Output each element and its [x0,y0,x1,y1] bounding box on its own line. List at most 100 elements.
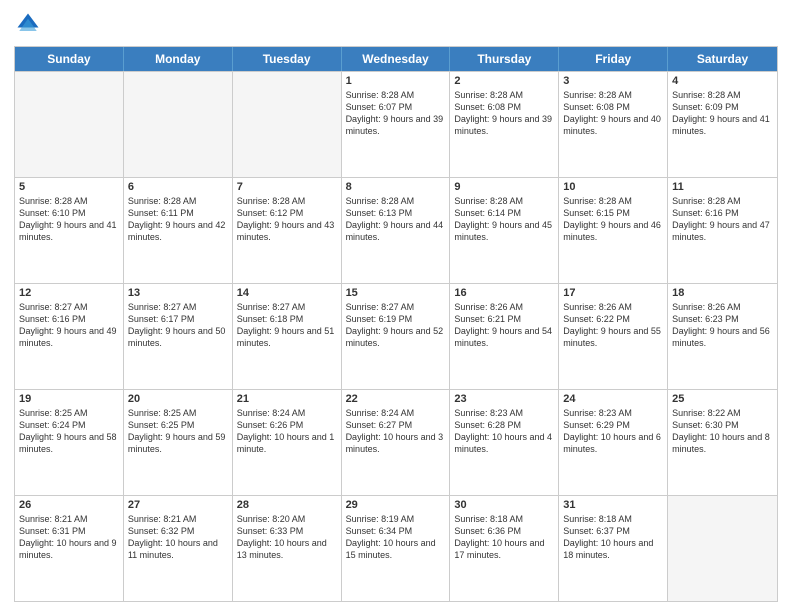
calendar-day-4: 4 Sunrise: 8:28 AM Sunset: 6:09 PM Daylig… [668,72,777,177]
day-number: 17 [563,287,663,299]
day-info: Sunrise: 8:23 AM Sunset: 6:29 PM Dayligh… [563,407,663,456]
calendar-day-16: 16 Sunrise: 8:26 AM Sunset: 6:21 PM Dayli… [450,284,559,389]
calendar-week: 19Sunrise: 8:25 AM Sunset: 6:24 PM Dayli… [15,389,777,495]
day-number: 18 [672,287,773,299]
day-number: 9 [454,181,554,193]
day-number: 30 [454,499,554,511]
day-info: Sunrise: 8:21 AM Sunset: 6:32 PM Dayligh… [128,513,228,562]
day-info: Sunrise: 8:26 AM Sunset: 6:23 PM Dayligh… [672,301,773,350]
weekday-header: Sunday [15,47,124,71]
calendar-day-24: 24 Sunrise: 8:23 AM Sunset: 6:29 PM Dayli… [559,390,668,495]
calendar-day-7: 7 Sunrise: 8:28 AM Sunset: 6:12 PM Daylig… [233,178,342,283]
day-info: Sunrise: 8:18 AM Sunset: 6:37 PM Dayligh… [563,513,663,562]
calendar-week: 1 Sunrise: 8:28 AM Sunset: 6:07 PM Daylig… [15,71,777,177]
day-info: Sunrise: 8:28 AM Sunset: 6:09 PM Dayligh… [672,89,773,138]
calendar-day-empty [668,496,777,601]
day-number: 27 [128,499,228,511]
day-number: 4 [672,75,773,87]
calendar-day-14: 14 Sunrise: 8:27 AM Sunset: 6:18 PM Dayli… [233,284,342,389]
calendar-day-empty [124,72,233,177]
calendar-day-9: 9 Sunrise: 8:28 AM Sunset: 6:14 PM Daylig… [450,178,559,283]
weekday-header: Thursday [450,47,559,71]
calendar-day-23: 23 Sunrise: 8:23 AM Sunset: 6:28 PM Dayli… [450,390,559,495]
day-info: Sunrise: 8:28 AM Sunset: 6:08 PM Dayligh… [454,89,554,138]
calendar: SundayMondayTuesdayWednesdayThursdayFrid… [14,46,778,602]
day-info: Sunrise: 8:27 AM Sunset: 6:17 PM Dayligh… [128,301,228,350]
day-info: Sunrise: 8:28 AM Sunset: 6:07 PM Dayligh… [346,89,446,138]
day-info: Sunrise: 8:28 AM Sunset: 6:10 PM Dayligh… [19,195,119,244]
day-info: Sunrise: 8:27 AM Sunset: 6:16 PM Dayligh… [19,301,119,350]
calendar-day-empty [15,72,124,177]
day-number: 11 [672,181,773,193]
calendar-day-12: 12 Sunrise: 8:27 AM Sunset: 6:16 PM Dayli… [15,284,124,389]
calendar-day-26: 26 Sunrise: 8:21 AM Sunset: 6:31 PM Dayli… [15,496,124,601]
calendar-day-27: 27 Sunrise: 8:21 AM Sunset: 6:32 PM Dayli… [124,496,233,601]
calendar-day-8: 8 Sunrise: 8:28 AM Sunset: 6:13 PM Daylig… [342,178,451,283]
calendar-header-row: SundayMondayTuesdayWednesdayThursdayFrid… [15,47,777,71]
calendar-day-22: 22Sunrise: 8:24 AM Sunset: 6:27 PM Dayli… [342,390,451,495]
day-number: 20 [128,393,228,405]
day-number: 10 [563,181,663,193]
calendar-day-3: 3 Sunrise: 8:28 AM Sunset: 6:08 PM Daylig… [559,72,668,177]
day-info: Sunrise: 8:28 AM Sunset: 6:08 PM Dayligh… [563,89,663,138]
day-info: Sunrise: 8:26 AM Sunset: 6:22 PM Dayligh… [563,301,663,350]
calendar-day-empty [233,72,342,177]
calendar-day-11: 11 Sunrise: 8:28 AM Sunset: 6:16 PM Dayli… [668,178,777,283]
day-info: Sunrise: 8:24 AM Sunset: 6:27 PM Dayligh… [346,407,446,456]
day-info: Sunrise: 8:20 AM Sunset: 6:33 PM Dayligh… [237,513,337,562]
day-number: 1 [346,75,446,87]
day-number: 12 [19,287,119,299]
day-number: 15 [346,287,446,299]
weekday-header: Tuesday [233,47,342,71]
day-number: 31 [563,499,663,511]
calendar-day-10: 10 Sunrise: 8:28 AM Sunset: 6:15 PM Dayli… [559,178,668,283]
calendar-day-18: 18 Sunrise: 8:26 AM Sunset: 6:23 PM Dayli… [668,284,777,389]
day-number: 6 [128,181,228,193]
day-info: Sunrise: 8:27 AM Sunset: 6:18 PM Dayligh… [237,301,337,350]
day-number: 5 [19,181,119,193]
day-number: 8 [346,181,446,193]
calendar-day-5: 5 Sunrise: 8:28 AM Sunset: 6:10 PM Daylig… [15,178,124,283]
calendar-day-28: 28 Sunrise: 8:20 AM Sunset: 6:33 PM Dayli… [233,496,342,601]
calendar-day-17: 17 Sunrise: 8:26 AM Sunset: 6:22 PM Dayli… [559,284,668,389]
calendar-week: 26 Sunrise: 8:21 AM Sunset: 6:31 PM Dayli… [15,495,777,601]
day-number: 13 [128,287,228,299]
day-number: 16 [454,287,554,299]
day-info: Sunrise: 8:21 AM Sunset: 6:31 PM Dayligh… [19,513,119,562]
calendar-day-15: 15 Sunrise: 8:27 AM Sunset: 6:19 PM Dayli… [342,284,451,389]
day-number: 7 [237,181,337,193]
day-number: 23 [454,393,554,405]
header [14,10,778,38]
day-number: 29 [346,499,446,511]
day-number: 14 [237,287,337,299]
day-info: Sunrise: 8:28 AM Sunset: 6:16 PM Dayligh… [672,195,773,244]
calendar-day-21: 21 Sunrise: 8:24 AM Sunset: 6:26 PM Dayli… [233,390,342,495]
day-info: Sunrise: 8:23 AM Sunset: 6:28 PM Dayligh… [454,407,554,456]
day-info: Sunrise: 8:26 AM Sunset: 6:21 PM Dayligh… [454,301,554,350]
day-info: Sunrise: 8:24 AM Sunset: 6:26 PM Dayligh… [237,407,337,456]
calendar-day-25: 25Sunrise: 8:22 AM Sunset: 6:30 PM Dayli… [668,390,777,495]
calendar-week: 12 Sunrise: 8:27 AM Sunset: 6:16 PM Dayli… [15,283,777,389]
calendar-body: 1 Sunrise: 8:28 AM Sunset: 6:07 PM Daylig… [15,71,777,601]
weekday-header: Saturday [668,47,777,71]
day-info: Sunrise: 8:28 AM Sunset: 6:14 PM Dayligh… [454,195,554,244]
day-number: 3 [563,75,663,87]
day-info: Sunrise: 8:28 AM Sunset: 6:13 PM Dayligh… [346,195,446,244]
day-info: Sunrise: 8:25 AM Sunset: 6:24 PM Dayligh… [19,407,119,456]
day-number: 26 [19,499,119,511]
day-number: 28 [237,499,337,511]
weekday-header: Friday [559,47,668,71]
day-number: 24 [563,393,663,405]
day-info: Sunrise: 8:22 AM Sunset: 6:30 PM Dayligh… [672,407,773,456]
day-info: Sunrise: 8:19 AM Sunset: 6:34 PM Dayligh… [346,513,446,562]
day-info: Sunrise: 8:28 AM Sunset: 6:15 PM Dayligh… [563,195,663,244]
calendar-day-6: 6Sunrise: 8:28 AM Sunset: 6:11 PM Daylig… [124,178,233,283]
day-info: Sunrise: 8:28 AM Sunset: 6:12 PM Dayligh… [237,195,337,244]
day-info: Sunrise: 8:18 AM Sunset: 6:36 PM Dayligh… [454,513,554,562]
day-info: Sunrise: 8:27 AM Sunset: 6:19 PM Dayligh… [346,301,446,350]
day-number: 21 [237,393,337,405]
day-info: Sunrise: 8:25 AM Sunset: 6:25 PM Dayligh… [128,407,228,456]
calendar-day-1: 1 Sunrise: 8:28 AM Sunset: 6:07 PM Daylig… [342,72,451,177]
calendar-day-2: 2Sunrise: 8:28 AM Sunset: 6:08 PM Daylig… [450,72,559,177]
calendar-day-20: 20 Sunrise: 8:25 AM Sunset: 6:25 PM Dayli… [124,390,233,495]
